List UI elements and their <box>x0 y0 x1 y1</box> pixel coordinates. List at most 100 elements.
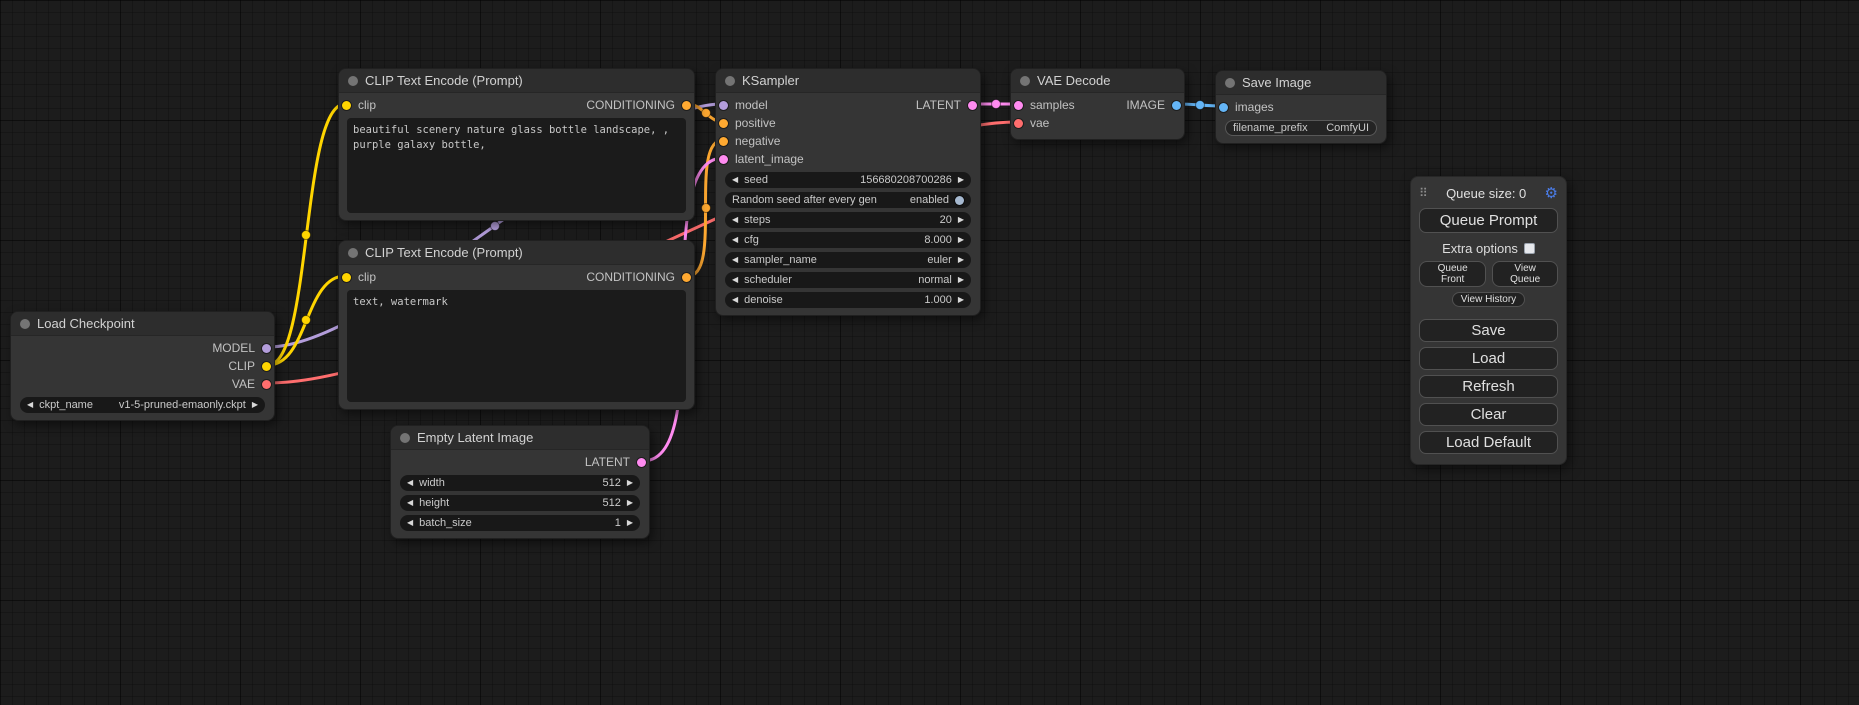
node-title-bar[interactable]: Load Checkpoint <box>11 312 274 336</box>
clear-button[interactable]: Clear <box>1419 403 1558 426</box>
link-midpoint-dot <box>302 316 311 325</box>
output-slot-vae[interactable] <box>262 380 271 389</box>
widget-ckpt-name[interactable]: ◀ ckpt_name v1-5-pruned-emaonly.ckpt ▶ <box>20 397 265 413</box>
decrement-arrow-icon[interactable]: ◀ <box>27 401 33 409</box>
collapse-dot-icon[interactable] <box>348 76 358 86</box>
decrement-arrow-icon[interactable]: ◀ <box>732 216 738 224</box>
output-slot-model[interactable] <box>262 344 271 353</box>
decrement-arrow-icon[interactable]: ◀ <box>407 499 413 507</box>
output-slot-latent[interactable] <box>968 101 977 110</box>
widget-sampler-name[interactable]: ◀ sampler_name euler ▶ <box>725 252 971 268</box>
output-slot-image[interactable] <box>1172 101 1181 110</box>
input-label-model: model <box>735 98 768 112</box>
drag-handle-icon[interactable]: ⠿ <box>1419 186 1428 200</box>
increment-arrow-icon[interactable]: ▶ <box>958 216 964 224</box>
node-title-bar[interactable]: CLIP Text Encode (Prompt) <box>339 241 694 265</box>
input-slot-vae[interactable] <box>1014 119 1023 128</box>
input-slot-positive[interactable] <box>719 119 728 128</box>
decrement-arrow-icon[interactable]: ◀ <box>732 296 738 304</box>
output-label-latent: LATENT <box>585 455 630 469</box>
toggle-dot-icon[interactable] <box>955 196 964 205</box>
input-label-clip: clip <box>358 98 376 112</box>
input-slot-negative[interactable] <box>719 137 728 146</box>
prompt-textarea[interactable]: beautiful scenery nature glass bottle la… <box>347 118 686 213</box>
increment-arrow-icon[interactable]: ▶ <box>627 519 633 527</box>
widget-width[interactable]: ◀ width 512 ▶ <box>400 475 640 491</box>
node-load-checkpoint[interactable]: Load Checkpoint MODEL CLIP VAE ◀ ckpt_na… <box>10 311 275 421</box>
output-slot-latent[interactable] <box>637 458 646 467</box>
view-history-button[interactable]: View History <box>1452 292 1525 307</box>
queue-front-button[interactable]: Queue Front <box>1419 261 1486 287</box>
output-slot-conditioning[interactable] <box>682 273 691 282</box>
decrement-arrow-icon[interactable]: ◀ <box>407 479 413 487</box>
node-ksampler[interactable]: KSampler model LATENT positive negative … <box>715 68 981 316</box>
widget-value: normal <box>918 274 952 286</box>
widget-value: 512 <box>602 477 620 489</box>
widget-filename-prefix[interactable]: filename_prefix ComfyUI <box>1225 120 1377 136</box>
input-slot-clip[interactable] <box>342 101 351 110</box>
decrement-arrow-icon[interactable]: ◀ <box>732 276 738 284</box>
queue-prompt-button[interactable]: Queue Prompt <box>1419 208 1558 233</box>
node-title: KSampler <box>742 73 799 88</box>
output-slot-conditioning[interactable] <box>682 101 691 110</box>
input-slot-clip[interactable] <box>342 273 351 282</box>
node-vae-decode[interactable]: VAE Decode samples IMAGE vae <box>1010 68 1185 140</box>
widget-value: 512 <box>602 497 620 509</box>
increment-arrow-icon[interactable]: ▶ <box>958 296 964 304</box>
settings-gear-icon[interactable]: ⚙ <box>1545 186 1558 201</box>
widget-denoise[interactable]: ◀ denoise 1.000 ▶ <box>725 292 971 308</box>
input-slot-latent-image[interactable] <box>719 155 728 164</box>
node-clip-text-encode-positive[interactable]: CLIP Text Encode (Prompt) clip CONDITION… <box>338 68 695 221</box>
node-title-bar[interactable]: CLIP Text Encode (Prompt) <box>339 69 694 93</box>
widget-steps[interactable]: ◀ steps 20 ▶ <box>725 212 971 228</box>
slot-row: clip CONDITIONING <box>339 268 694 286</box>
increment-arrow-icon[interactable]: ▶ <box>958 176 964 184</box>
widget-height[interactable]: ◀ height 512 ▶ <box>400 495 640 511</box>
widget-random-seed-toggle[interactable]: Random seed after every gen enabled <box>725 192 971 208</box>
input-label-samples: samples <box>1030 98 1075 112</box>
collapse-dot-icon[interactable] <box>1020 76 1030 86</box>
node-empty-latent-image[interactable]: Empty Latent Image LATENT ◀ width 512 ▶ … <box>390 425 650 539</box>
collapse-dot-icon[interactable] <box>400 433 410 443</box>
input-slot-samples[interactable] <box>1014 101 1023 110</box>
node-save-image[interactable]: Save Image images filename_prefix ComfyU… <box>1215 70 1387 144</box>
node-graph-canvas[interactable]: Load Checkpoint MODEL CLIP VAE ◀ ckpt_na… <box>0 0 1859 705</box>
increment-arrow-icon[interactable]: ▶ <box>958 256 964 264</box>
link-midpoint-dot <box>302 231 311 240</box>
prompt-textarea[interactable]: text, watermark <box>347 290 686 402</box>
load-default-button[interactable]: Load Default <box>1419 431 1558 454</box>
input-slot-model[interactable] <box>719 101 728 110</box>
collapse-dot-icon[interactable] <box>20 319 30 329</box>
output-label-vae: VAE <box>232 377 255 391</box>
decrement-arrow-icon[interactable]: ◀ <box>732 256 738 264</box>
extra-options-checkbox[interactable] <box>1524 243 1535 254</box>
node-clip-text-encode-negative[interactable]: CLIP Text Encode (Prompt) clip CONDITION… <box>338 240 695 410</box>
collapse-dot-icon[interactable] <box>725 76 735 86</box>
node-title-bar[interactable]: KSampler <box>716 69 980 93</box>
output-slot-clip[interactable] <box>262 362 271 371</box>
output-label-conditioning: CONDITIONING <box>586 98 675 112</box>
load-button[interactable]: Load <box>1419 347 1558 370</box>
input-slot-images[interactable] <box>1219 103 1228 112</box>
view-queue-button[interactable]: View Queue <box>1492 261 1558 287</box>
widget-name: filename_prefix <box>1233 122 1308 134</box>
collapse-dot-icon[interactable] <box>348 248 358 258</box>
decrement-arrow-icon[interactable]: ◀ <box>732 236 738 244</box>
increment-arrow-icon[interactable]: ▶ <box>958 276 964 284</box>
increment-arrow-icon[interactable]: ▶ <box>627 499 633 507</box>
widget-batch-size[interactable]: ◀ batch_size 1 ▶ <box>400 515 640 531</box>
node-title-bar[interactable]: Save Image <box>1216 71 1386 95</box>
node-title-bar[interactable]: Empty Latent Image <box>391 426 649 450</box>
node-title-bar[interactable]: VAE Decode <box>1011 69 1184 93</box>
widget-seed[interactable]: ◀ seed 156680208700286 ▶ <box>725 172 971 188</box>
increment-arrow-icon[interactable]: ▶ <box>627 479 633 487</box>
increment-arrow-icon[interactable]: ▶ <box>958 236 964 244</box>
save-button[interactable]: Save <box>1419 319 1558 342</box>
decrement-arrow-icon[interactable]: ◀ <box>732 176 738 184</box>
widget-scheduler[interactable]: ◀ scheduler normal ▶ <box>725 272 971 288</box>
collapse-dot-icon[interactable] <box>1225 78 1235 88</box>
refresh-button[interactable]: Refresh <box>1419 375 1558 398</box>
decrement-arrow-icon[interactable]: ◀ <box>407 519 413 527</box>
widget-cfg[interactable]: ◀ cfg 8.000 ▶ <box>725 232 971 248</box>
increment-arrow-icon[interactable]: ▶ <box>252 401 258 409</box>
